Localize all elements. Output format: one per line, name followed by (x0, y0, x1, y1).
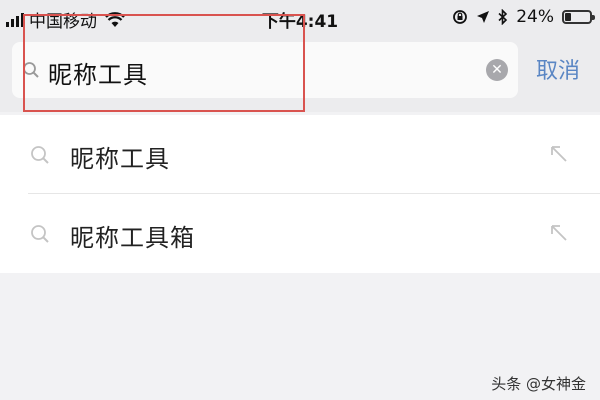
arrow-up-left-icon[interactable] (548, 143, 570, 165)
search-icon (31, 146, 49, 164)
battery-percent: 24% (516, 7, 554, 27)
arrow-up-left-icon[interactable] (548, 222, 570, 244)
search-icon (31, 225, 49, 243)
cancel-button[interactable]: 取消 (536, 53, 580, 85)
search-header: 昵称工具 ✕ 取消 (0, 14, 600, 112)
watermark: 头条 @女神金 (491, 375, 586, 393)
suggestion-list: 昵称工具 昵称工具箱 (0, 115, 600, 273)
bluetooth-icon (498, 9, 508, 25)
status-bar: 中国移动 下午4:41 24% (0, 0, 600, 36)
search-query: 昵称工具 (48, 61, 148, 89)
search-icon (23, 62, 39, 78)
close-icon: ✕ (491, 62, 503, 78)
suggestion-label: 昵称工具 (70, 145, 170, 173)
suggestion-item[interactable]: 昵称工具箱 (0, 194, 600, 272)
clear-button[interactable]: ✕ (486, 59, 508, 81)
suggestion-item[interactable]: 昵称工具 (0, 115, 600, 194)
suggestion-label: 昵称工具箱 (70, 224, 195, 252)
location-icon (477, 11, 490, 23)
battery-fill (565, 13, 571, 21)
battery-icon (562, 10, 595, 24)
orientation-lock-icon (453, 10, 468, 24)
search-input[interactable]: 昵称工具 ✕ (12, 14, 518, 112)
status-right: 24% (452, 7, 595, 27)
